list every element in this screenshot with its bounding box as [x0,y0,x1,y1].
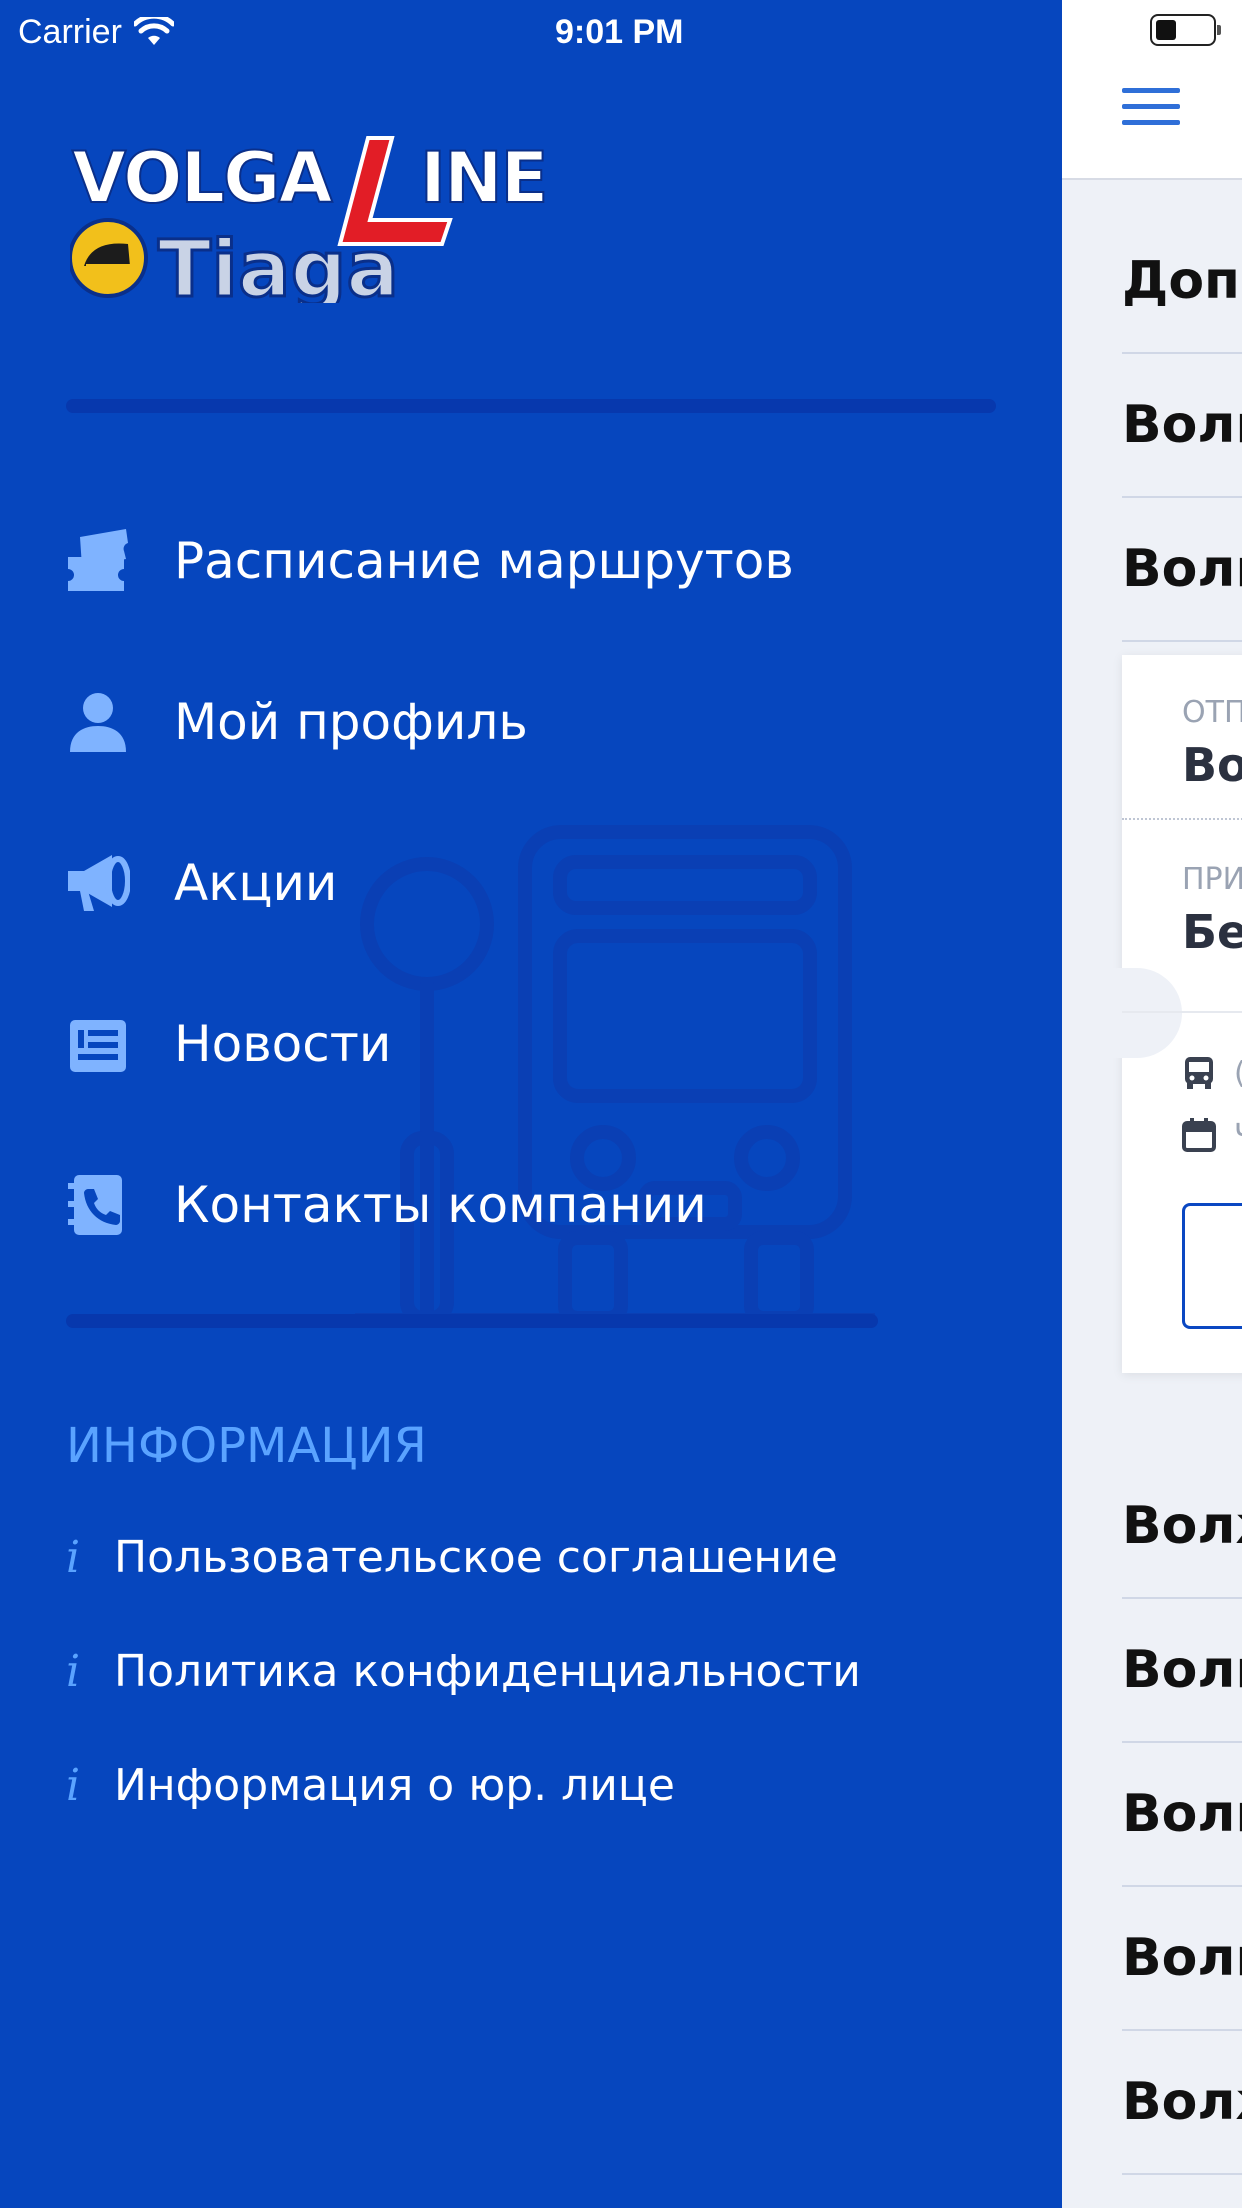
info-link-user-agreement[interactable]: i Пользовательское соглашение [66,1500,966,1614]
route-row[interactable]: Волг [1122,498,1242,642]
info-link-privacy-policy[interactable]: i Политика конфиденциальности [66,1614,966,1728]
svg-text:Tiaga: Tiaga [158,225,399,303]
info-link-label: Информация о юр. лице [114,1759,675,1811]
date-text: Ч [1234,1118,1242,1153]
carrier-label: Carrier [18,12,122,51]
menu-label: Расписание маршрутов [174,531,794,590]
menu-item-profile[interactable]: Мой профиль [66,641,986,802]
route-row[interactable]: Волж [1122,1455,1242,1599]
calendar-icon [1182,1118,1216,1152]
info-link-label: Политика конфиденциальности [114,1645,861,1697]
bus-icon [1185,1057,1213,1089]
navigation-drawer: Carrier 9:01 PM VOLGA INE Tiaga Расписан… [0,0,1062,2208]
route-row[interactable]: Допо [1122,210,1242,354]
newspaper-icon [66,1012,130,1076]
search-button[interactable] [1182,1203,1242,1329]
menu-label: Контакты компании [174,1175,707,1234]
megaphone-icon [66,851,130,915]
swap-button[interactable] [1074,968,1230,1058]
menu-label: Акции [174,853,338,912]
info-section-title: ИНФОРМАЦИЯ [66,1418,427,1474]
route-row[interactable]: Волг [1122,354,1242,498]
main-header [1062,0,1242,180]
info-icon: i [66,1645,81,1697]
menu-item-promotions[interactable]: Акции [66,802,986,963]
menu-item-schedule[interactable]: Расписание маршрутов [66,480,986,641]
menu-label: Мой профиль [174,692,528,751]
route-row[interactable]: Волж [1122,2031,1242,2175]
svg-text:INE: INE [420,137,546,219]
ticket-icon [66,528,130,593]
svg-text:VOLGA: VOLGA [72,137,333,219]
menu-item-contacts[interactable]: Контакты компании [66,1124,986,1285]
wifi-icon [133,17,174,45]
phone-book-icon [66,1173,130,1237]
info-icon: i [66,1759,81,1811]
user-icon [66,690,130,754]
drawer-divider-bottom [66,1314,878,1328]
info-icon: i [66,1531,81,1583]
from-label: ОТП [1182,695,1242,730]
app-screen: Carrier 9:01 PM VOLGA INE Tiaga Расписан… [0,0,1242,2208]
route-row[interactable]: Волг [1122,1887,1242,2031]
status-bar-left: Carrier [18,10,174,54]
battery-icon [1150,14,1221,46]
info-links: i Пользовательское соглашение i Политика… [66,1500,966,1842]
drawer-divider-top [66,399,996,413]
volgaline-tiaga-logo: VOLGA INE Tiaga [70,136,549,303]
route-row[interactable]: Волг [1122,1743,1242,1887]
drawer-menu: Расписание маршрутов Мой профиль Акции Н… [66,480,986,1285]
status-time: 9:01 PM [555,12,684,51]
hamburger-menu-icon[interactable] [1122,88,1180,128]
menu-label: Новости [174,1014,392,1073]
transport-text: ( [1234,1056,1242,1091]
info-link-legal-entity[interactable]: i Информация о юр. лице [66,1728,966,1842]
info-link-label: Пользовательское соглашение [114,1531,838,1583]
route-row[interactable]: Волг [1122,1599,1242,1743]
card-divider [1122,818,1242,820]
card-separator [1122,1011,1242,1013]
main-screen-peek[interactable]: Допо Волг Волг ОТП Во. ПРИ Бе. ( Ч Волж … [1062,0,1242,2208]
to-value[interactable]: Бе. [1182,905,1242,959]
menu-item-news[interactable]: Новости [66,963,986,1124]
from-value[interactable]: Во. [1182,738,1242,792]
to-label: ПРИ [1182,862,1242,897]
